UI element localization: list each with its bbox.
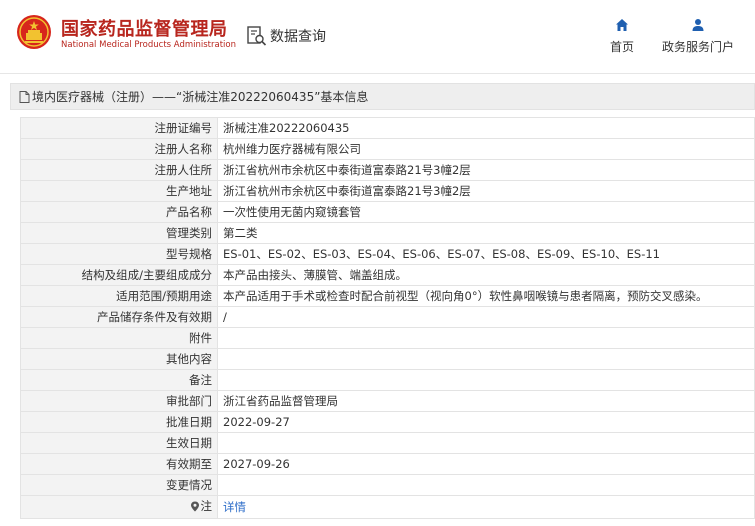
row-label: 注册人名称 [20, 138, 218, 160]
row-label: 备注 [20, 369, 218, 391]
row-value: 杭州维力医疗器械有限公司 [217, 138, 755, 160]
row-value: 一次性使用无菌内窥镜套管 [217, 201, 755, 223]
table-row: 批准日期 2022-09-27 [20, 411, 755, 433]
row-value: 本产品适用于手术或检查时配合前视型（视向角0°）软性鼻咽喉镜与患者隔离，预防交叉… [217, 285, 755, 307]
row-value [217, 327, 755, 349]
table-row: 型号规格 ES-01、ES-02、ES-03、ES-04、ES-06、ES-07、… [20, 243, 755, 265]
table-row: 注册人名称 杭州维力医疗器械有限公司 [20, 138, 755, 160]
row-label: 管理类别 [20, 222, 218, 244]
row-label: 附件 [20, 327, 218, 349]
document-search-icon [247, 26, 267, 46]
row-label: 产品储存条件及有效期 [20, 306, 218, 328]
row-label: 生效日期 [20, 432, 218, 454]
table-row: 产品储存条件及有效期 / [20, 306, 755, 328]
row-value: 2022-09-27 [217, 411, 755, 433]
note-label-wrap: 注 [190, 496, 213, 516]
table-row: 审批部门 浙江省药品监督管理局 [20, 390, 755, 412]
user-icon [692, 19, 704, 31]
nav-services[interactable]: 政务服务门户 [658, 18, 738, 55]
nav-home-label: 首页 [609, 40, 634, 54]
row-label: 产品名称 [20, 201, 218, 223]
row-value: 浙江省杭州市余杭区中泰街道富泰路21号3幢2层 [217, 159, 755, 181]
nav-home[interactable]: 首页 [582, 18, 662, 55]
table-row: 有效期至 2027-09-26 [20, 453, 755, 475]
row-value: 浙江省药品监督管理局 [217, 390, 755, 412]
table-row: 注册证编号 浙械注准20222060435 [20, 117, 755, 139]
row-label: 审批部门 [20, 390, 218, 412]
table-row: 其他内容 [20, 348, 755, 370]
row-label: 生产地址 [20, 180, 218, 202]
row-value [217, 348, 755, 370]
row-label: 适用范围/预期用途 [20, 285, 218, 307]
table-row: 生效日期 [20, 432, 755, 454]
table-row: 注册人住所 浙江省杭州市余杭区中泰街道富泰路21号3幢2层 [20, 159, 755, 181]
home-icon [616, 19, 628, 31]
row-value [217, 474, 755, 496]
row-label: 其他内容 [20, 348, 218, 370]
details-link[interactable]: 详情 [223, 500, 246, 514]
row-label: 批准日期 [20, 411, 218, 433]
row-label: 注册证编号 [20, 117, 218, 139]
row-label: 变更情况 [20, 474, 218, 496]
note-label: 注 [200, 499, 213, 513]
site-subtitle: National Medical Products Administration [61, 40, 236, 50]
row-value [217, 432, 755, 454]
table-row: 适用范围/预期用途 本产品适用于手术或检查时配合前视型（视向角0°）软性鼻咽喉镜与… [20, 285, 755, 307]
row-label: 结构及组成/主要组成成分 [20, 264, 218, 286]
note-value-cell: 详情 [217, 495, 755, 519]
location-pin-icon [190, 501, 199, 511]
national-emblem-icon[interactable] [16, 14, 52, 50]
site-header: 国家药品监督管理局 National Medical Products Admi… [0, 0, 755, 74]
row-value: 本产品由接头、薄膜管、端盖组成。 [217, 264, 755, 286]
data-query-link[interactable]: 数据查询 [246, 24, 326, 48]
registration-info-table: 注册证编号 浙械注准20222060435 注册人名称 杭州维力医疗器械有限公司 注册人… [20, 117, 755, 519]
table-row: 产品名称 一次性使用无菌内窥镜套管 [20, 201, 755, 223]
site-title[interactable]: 国家药品监督管理局 [61, 15, 228, 41]
row-value [217, 369, 755, 391]
breadcrumb: 境内医疗器械（注册）——“浙械注准20222060435”基本信息 [10, 83, 755, 110]
row-label: 型号规格 [20, 243, 218, 265]
row-label: 有效期至 [20, 453, 218, 475]
row-value: 浙械注准20222060435 [217, 117, 755, 139]
table-row: 备注 [20, 369, 755, 391]
row-value: 浙江省杭州市余杭区中泰街道富泰路21号3幢2层 [217, 180, 755, 202]
nav-services-label: 政务服务门户 [661, 40, 734, 54]
row-label: 注册人住所 [20, 159, 218, 181]
row-value: / [217, 306, 755, 328]
document-icon [19, 90, 30, 103]
data-query-label: 数据查询 [270, 29, 326, 45]
row-value: 第二类 [217, 222, 755, 244]
table-row: 生产地址 浙江省杭州市余杭区中泰街道富泰路21号3幢2层 [20, 180, 755, 202]
table-row-note: 注详情 [20, 495, 755, 519]
table-row: 变更情况 [20, 474, 755, 496]
table-row: 管理类别 第二类 [20, 222, 755, 244]
table-row: 结构及组成/主要组成成分 本产品由接头、薄膜管、端盖组成。 [20, 264, 755, 286]
table-row: 附件 [20, 327, 755, 349]
row-value: ES-01、ES-02、ES-03、ES-04、ES-06、ES-07、ES-0… [217, 243, 755, 265]
row-value: 2027-09-26 [217, 453, 755, 475]
note-label-cell: 注 [20, 495, 218, 519]
breadcrumb-text: 境内医疗器械（注册）——“浙械注准20222060435”基本信息 [32, 90, 369, 104]
